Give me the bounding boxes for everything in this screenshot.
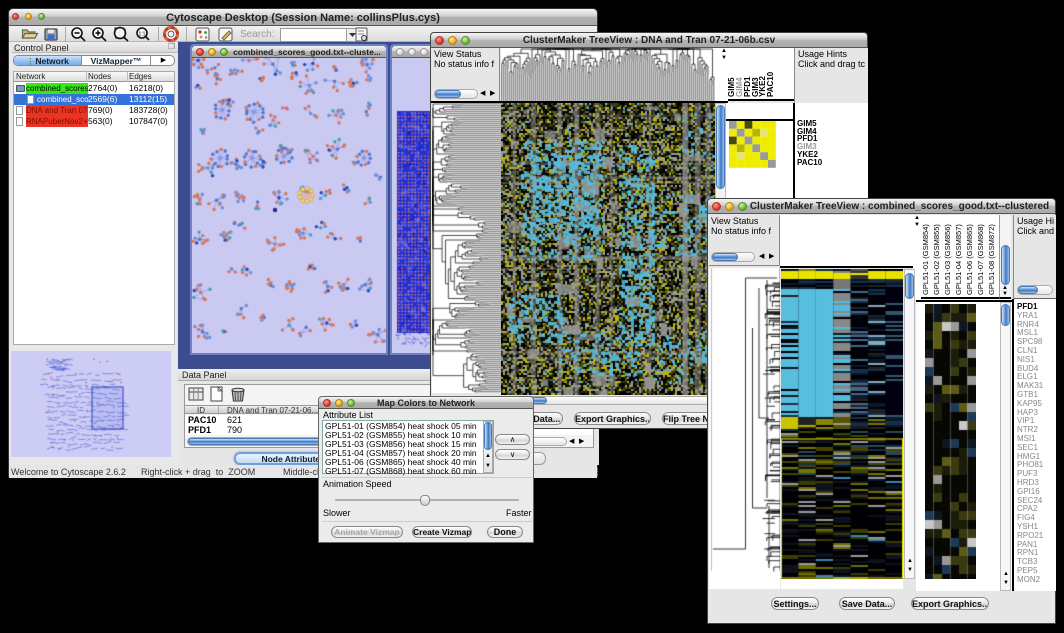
svg-text:1:1: 1:1 (139, 32, 146, 38)
svg-text:Search:: Search: (240, 29, 274, 40)
